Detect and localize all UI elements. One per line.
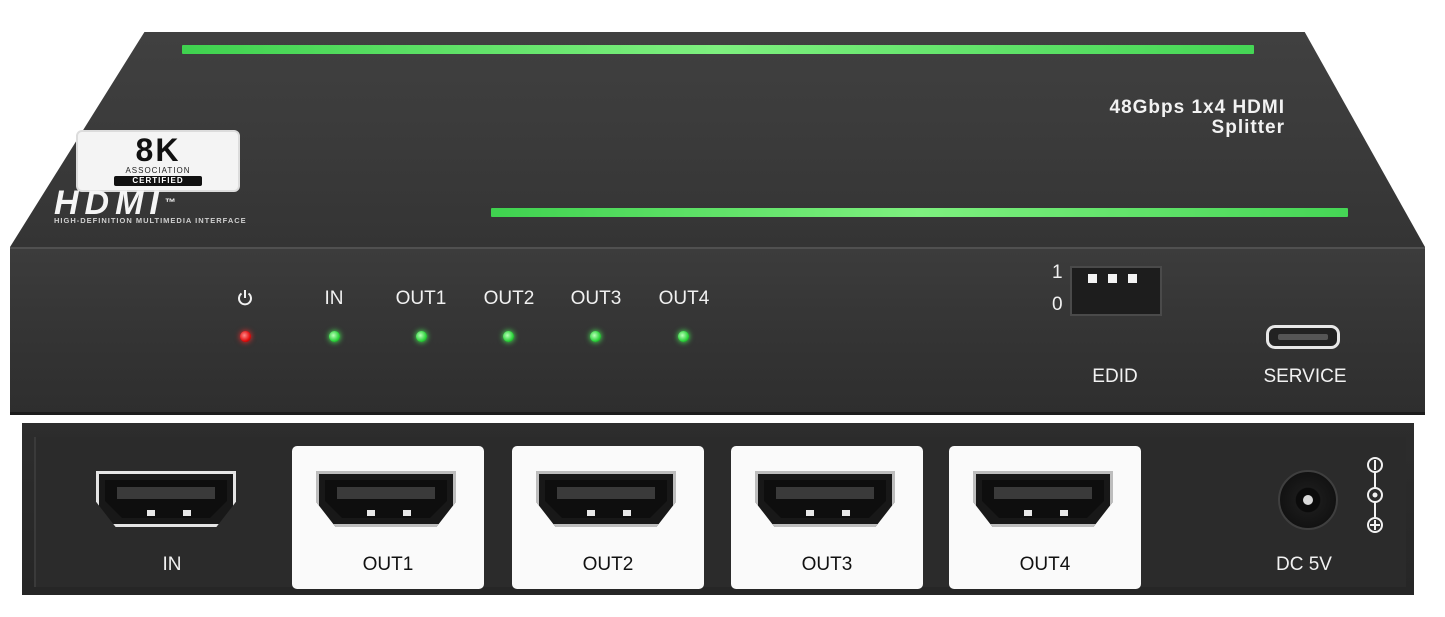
indicator-led-out3 [590, 331, 601, 342]
power-symbol-icon [238, 290, 252, 306]
edid-dip-switch[interactable] [1070, 266, 1162, 316]
dip-switch-2[interactable] [1108, 274, 1117, 283]
center-positive-polarity-icon [1367, 457, 1383, 533]
product-title-line1: 48Gbps 1x4 HDMI [1109, 97, 1285, 118]
indicator-led-out4 [678, 331, 689, 342]
product-title-line2: Splitter [1211, 117, 1285, 138]
edid-label: EDID [1092, 366, 1138, 387]
indicator-led-out1 [416, 331, 427, 342]
hdmi-tagline: HIGH-DEFINITION MULTIMEDIA INTERFACE [54, 216, 247, 225]
8k-certification-badge: 8K ASSOCIATION CERTIFIED [76, 130, 240, 192]
port-label-out4: OUT4 [1019, 554, 1071, 575]
hdmi-out3-port[interactable] [755, 471, 895, 527]
indicator-label-out2: OUT2 [483, 288, 535, 309]
service-label: SERVICE [1263, 366, 1347, 387]
indicator-label-out4: OUT4 [658, 288, 710, 309]
port-label-out3: OUT3 [801, 554, 853, 575]
dip-switch-1[interactable] [1088, 274, 1097, 283]
hdmi-logo: HDMI™ [54, 186, 176, 220]
power-led [240, 331, 251, 342]
polarity-icon [1362, 455, 1388, 537]
port-label-out2: OUT2 [582, 554, 634, 575]
dc-power-jack[interactable] [1278, 470, 1338, 530]
badge-association-text: ASSOCIATION [125, 166, 191, 175]
hdmi-out4-port[interactable] [973, 471, 1113, 527]
badge-8k-text: 8K [135, 132, 181, 168]
device-front-panel [10, 247, 1425, 415]
edid-position-1-label: 1 [1052, 262, 1063, 283]
power-icon [235, 288, 255, 308]
port-label-in: IN [162, 554, 182, 575]
indicator-label-out1: OUT1 [395, 288, 447, 309]
hdmi-out1-port[interactable] [316, 471, 456, 527]
indicator-led-out2 [503, 331, 514, 342]
hdmi-in-port[interactable] [96, 471, 236, 527]
indicator-led-in [329, 331, 340, 342]
accent-stripe-top [182, 45, 1254, 54]
accent-stripe-bottom [491, 208, 1348, 217]
dip-switch-3[interactable] [1128, 274, 1137, 283]
edid-position-0-label: 0 [1052, 294, 1063, 315]
product-title: 48Gbps 1x4 HDMI Splitter [925, 98, 1285, 138]
port-label-out1: OUT1 [362, 554, 414, 575]
indicator-label-in: IN [324, 288, 344, 309]
hdmi-out2-port[interactable] [536, 471, 676, 527]
trademark-symbol: ™ [164, 197, 176, 209]
dc-power-label: DC 5V [1276, 554, 1332, 575]
indicator-label-out3: OUT3 [570, 288, 622, 309]
service-usb-port[interactable] [1266, 325, 1340, 349]
